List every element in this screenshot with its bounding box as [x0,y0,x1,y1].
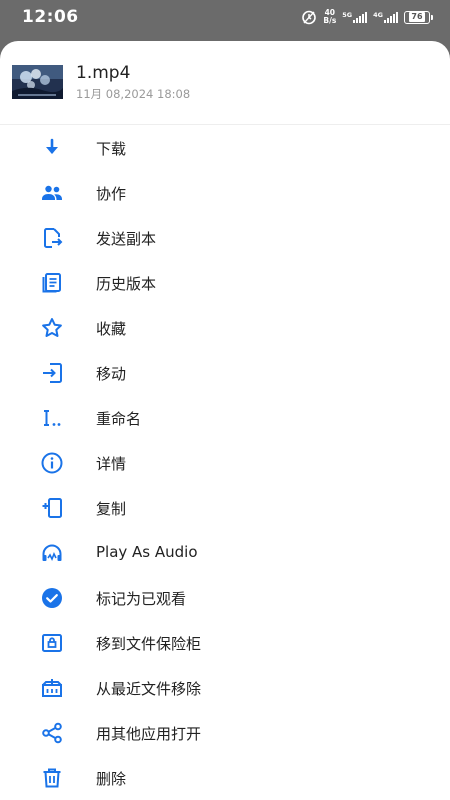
menu-item-label: 详情 [96,455,127,473]
menu-item-label: 用其他应用打开 [96,725,202,743]
sim1-label: 5G [342,10,353,19]
people-icon [40,181,64,205]
menu-item-label: 从最近文件移除 [96,680,202,698]
menu-item-delete[interactable]: 删除 [0,755,450,800]
menu-item-open-with[interactable]: 用其他应用打开 [0,710,450,755]
menu-item-label: 收藏 [96,320,127,338]
check-circle-icon [40,586,64,610]
battery-level: 76 [409,12,425,22]
remove-recent-icon [40,676,64,700]
star-icon [40,316,64,340]
menu-item-move[interactable]: 移动 [0,350,450,395]
alarm-icon [301,9,317,25]
menu-item-remove-from-recent[interactable]: 从最近文件移除 [0,665,450,710]
menu-item-move-to-vault[interactable]: 移到文件保险柜 [0,620,450,665]
status-time: 12:06 [22,7,79,27]
menu-item-label: 标记为已观看 [96,590,187,608]
rename-icon [40,406,64,430]
sim2-signal-icon: 4G [373,10,398,23]
menu-item-collaborate[interactable]: 协作 [0,170,450,215]
info-icon [40,451,64,475]
network-speed: 40 B/s [323,9,336,25]
copy-icon [40,496,64,520]
sim1-signal-icon: 5G [342,10,368,23]
video-thumbnail [12,65,63,99]
menu-item-label: 历史版本 [96,275,157,293]
file-date: 11月 08,2024 18:08 [76,87,191,101]
menu-item-label: 下载 [96,140,127,158]
sim2-label: 4G [373,10,383,19]
menu-item-play-as-audio[interactable]: Play As Audio [0,530,450,575]
menu-item-label: 复制 [96,500,127,518]
menu-item-label: 移动 [96,365,127,383]
menu-item-details[interactable]: 详情 [0,440,450,485]
menu-item-rename[interactable]: 重命名 [0,395,450,440]
menu-item-download[interactable]: 下载 [0,125,450,170]
menu-item-label: 删除 [96,770,127,788]
send-copy-icon [40,226,64,250]
share-icon [40,721,64,745]
menu-item-label: 重命名 [96,410,142,428]
menu-item-label: 协作 [96,185,127,203]
menu-item-send-copy[interactable]: 发送副本 [0,215,450,260]
file-actions-sheet: 1.mp4 11月 08,2024 18:08 下载 协作 发送副本 历史版本 … [0,41,450,800]
headphones-icon [40,541,64,565]
file-header: 1.mp4 11月 08,2024 18:08 [0,41,450,125]
move-icon [40,361,64,385]
download-icon [40,136,64,160]
network-speed-unit: B/s [323,16,337,25]
battery-icon: 76 [404,10,433,24]
menu-item-label: 发送副本 [96,230,157,248]
menu-item-favorite[interactable]: 收藏 [0,305,450,350]
menu-item-mark-watched[interactable]: 标记为已观看 [0,575,450,620]
trash-icon [40,766,64,790]
menu-item-label: 移到文件保险柜 [96,635,202,653]
status-icons: 40 B/s 5G 4G 76 [301,8,433,26]
menu-item-copy[interactable]: 复制 [0,485,450,530]
vault-icon [40,631,64,655]
file-name: 1.mp4 [76,63,131,83]
menu-item-history-versions[interactable]: 历史版本 [0,260,450,305]
menu-item-label: Play As Audio [96,543,198,561]
history-versions-icon [40,271,64,295]
status-bar: 12:06 40 B/s 5G 4G 76 [0,0,450,34]
